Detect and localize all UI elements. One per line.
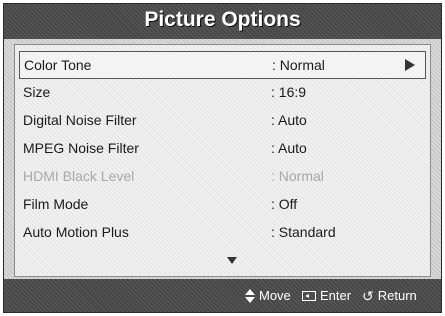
button-guide-bar: Move Enter ↺ Return — [4, 279, 441, 312]
option-label: HDMI Black Level — [23, 168, 135, 184]
up-down-arrow-icon — [245, 288, 255, 303]
dialog-title: Picture Options — [144, 8, 301, 31]
move-label: Move — [259, 288, 291, 303]
option-value: : 16:9 — [271, 84, 307, 100]
option-label: Color Tone — [24, 57, 92, 73]
title-bar: Picture Options — [4, 4, 441, 39]
picture-options-dialog: Picture Options Color Tone : Normal Size… — [3, 3, 442, 313]
return-label: Return — [377, 288, 417, 303]
scroll-down-icon[interactable] — [227, 257, 237, 264]
option-digital-noise-filter[interactable]: Digital Noise Filter : Auto — [19, 107, 426, 133]
option-hdmi-black-level: HDMI Black Level : Normal — [19, 163, 426, 189]
option-auto-motion-plus[interactable]: Auto Motion Plus : Standard — [19, 219, 426, 245]
option-label: MPEG Noise Filter — [23, 140, 139, 156]
option-label: Size — [23, 84, 51, 100]
move-hint: Move — [245, 288, 291, 303]
enter-label: Enter — [320, 288, 352, 303]
right-arrow-icon — [405, 59, 415, 71]
option-value: : Auto — [271, 140, 307, 156]
option-label: Auto Motion Plus — [23, 224, 129, 240]
option-value: : Off — [271, 196, 298, 212]
option-value: : Auto — [271, 112, 307, 128]
option-label: Film Mode — [23, 196, 89, 212]
return-icon: ↺ — [362, 287, 374, 304]
option-film-mode[interactable]: Film Mode : Off — [19, 191, 426, 217]
option-value: : Normal — [272, 57, 325, 73]
enter-hint: Enter — [302, 288, 351, 303]
option-label: Digital Noise Filter — [23, 112, 137, 128]
option-color-tone[interactable]: Color Tone : Normal — [19, 51, 426, 79]
options-list: Color Tone : Normal Size : 16:9 Digital … — [14, 44, 431, 277]
enter-icon — [302, 290, 316, 301]
option-mpeg-noise-filter[interactable]: MPEG Noise Filter : Auto — [19, 135, 426, 161]
option-value: : Normal — [271, 168, 324, 184]
return-hint: ↺ Return — [362, 288, 417, 303]
option-value: : Standard — [271, 224, 336, 240]
option-size[interactable]: Size : 16:9 — [19, 79, 426, 105]
